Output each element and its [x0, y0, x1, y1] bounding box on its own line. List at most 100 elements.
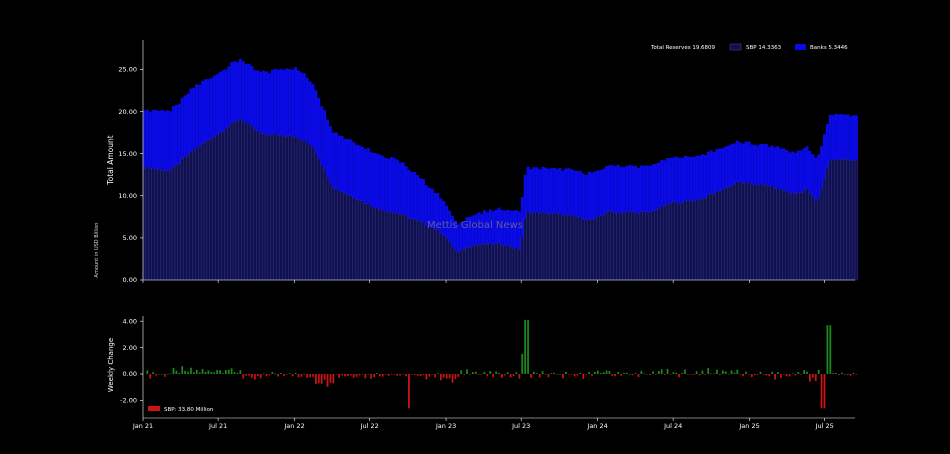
weekly-change-positive-bar — [521, 353, 524, 374]
banks-bar — [340, 136, 344, 192]
weekly-change-negative-bar — [611, 374, 614, 376]
banks-bar — [628, 164, 632, 212]
sbp-bar — [567, 214, 571, 281]
banks-bar — [567, 168, 571, 215]
weekly-change-positive-bar — [294, 372, 297, 374]
sbp-bar — [474, 244, 478, 281]
weekly-change-negative-bar — [585, 374, 588, 375]
weekly-change-negative-bar — [591, 374, 593, 376]
weekly-change-positive-bar — [832, 373, 835, 374]
banks-bar — [375, 153, 379, 208]
weekly-change-positive-bar — [166, 373, 169, 375]
banks-bar — [756, 145, 760, 186]
banks-bar — [776, 145, 780, 188]
sbp-bar — [718, 191, 722, 281]
banks-bar — [747, 141, 751, 183]
weekly-change-positive-bar — [460, 370, 463, 374]
weekly-change-negative-bar — [283, 374, 285, 376]
sbp-bar — [386, 211, 391, 281]
sbp-bar — [543, 212, 548, 281]
banks-bar — [398, 162, 402, 215]
weekly-change-negative-bar — [393, 374, 396, 375]
weekly-change-negative-bar — [297, 374, 300, 378]
banks-bar — [230, 62, 234, 123]
weekly-change-negative-bar — [820, 374, 823, 409]
weekly-change-positive-bar — [230, 368, 233, 374]
sbp-bar — [819, 188, 824, 281]
weekly-change-positive-bar — [471, 372, 474, 374]
sbp-bar — [532, 211, 536, 281]
banks-bar — [642, 165, 646, 212]
weekly-change-positive-bar — [367, 373, 370, 375]
weekly-change-positive-bar — [835, 372, 837, 374]
weekly-change-negative-bar — [408, 374, 410, 409]
weekly-change-negative-bar — [306, 374, 309, 378]
weekly-change-negative-bar — [814, 374, 817, 382]
weekly-change-negative-bar — [838, 374, 840, 376]
banks-bar — [759, 144, 763, 184]
weekly-change-negative-bar — [718, 374, 721, 375]
legend-sbp: SBP 14.3363 — [746, 45, 782, 51]
banks-bar — [660, 159, 664, 206]
sbp-bar — [639, 211, 644, 281]
banks-bar — [770, 145, 774, 186]
weekly-change-negative-bar — [823, 374, 826, 409]
sbp-bar — [209, 138, 213, 281]
banks-bar — [578, 171, 582, 217]
weekly-change-positive-bar — [852, 372, 855, 374]
weekly-change-positive-bar — [771, 371, 774, 374]
sbp-bar — [581, 219, 585, 281]
sbp-bar — [726, 187, 731, 281]
sbp-bar — [302, 140, 306, 281]
banks-bar — [288, 69, 292, 136]
sbp-bar — [628, 211, 632, 281]
sbp-bar — [360, 200, 365, 281]
banks-bar — [247, 63, 251, 124]
sbp-bar — [462, 249, 466, 281]
weekly-change-positive-bar — [721, 370, 724, 374]
sbp-bar — [468, 246, 472, 281]
weekly-change-negative-bar — [347, 374, 349, 376]
banks-bar — [779, 148, 783, 190]
weekly-change-positive-bar — [178, 372, 181, 374]
weekly-change-negative-bar — [530, 374, 532, 378]
sbp-bar — [782, 189, 786, 281]
sbp-bar — [259, 133, 263, 281]
sbp-bar — [619, 212, 623, 281]
banks-bar — [209, 78, 213, 139]
chart-canvas: 0.00 5.00 10.00 15.00 20.00 25.00 -2.00 0.00 2.0… — [0, 0, 950, 450]
sbp-bar — [584, 219, 588, 281]
sbp-bar — [395, 213, 399, 281]
banks-bar — [564, 168, 568, 215]
banks-bar — [163, 110, 167, 171]
banks-bar — [267, 73, 271, 136]
sbp-bar — [552, 212, 556, 281]
banks-bar — [593, 171, 597, 219]
banks-bar — [273, 68, 277, 134]
banks-bar — [823, 134, 826, 179]
sbp-bar — [247, 123, 251, 281]
sbp-bar — [218, 132, 222, 281]
banks-bar — [535, 167, 539, 212]
weekly-change-negative-bar — [448, 374, 451, 379]
weekly-change-positive-bar — [724, 371, 727, 374]
sbp-bar — [596, 216, 600, 281]
sbp-bar — [418, 221, 423, 281]
weekly-change-positive-bar — [527, 319, 529, 374]
banks-bar — [384, 157, 388, 211]
weekly-change-positive-bar — [640, 370, 643, 374]
banks-bar — [544, 167, 547, 213]
sbp-bar — [479, 244, 484, 281]
sbp-bar — [148, 169, 152, 281]
sbp-bar — [331, 188, 335, 281]
sbp-bar — [488, 242, 492, 281]
banks-bar — [831, 115, 835, 160]
sbp-bar — [369, 206, 373, 281]
weekly-change-negative-bar — [655, 374, 657, 375]
banks-bar — [744, 141, 748, 183]
weekly-change-negative-bar — [765, 374, 768, 376]
banks-bar — [154, 109, 158, 170]
banks-bar — [294, 66, 298, 137]
sbp-bar — [802, 189, 806, 281]
banks-bar — [206, 78, 210, 140]
